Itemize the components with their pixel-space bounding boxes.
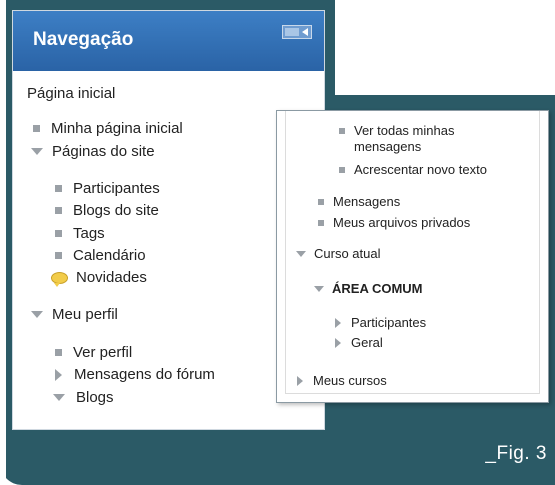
nav-item-calendar[interactable]: Calendário <box>55 247 146 264</box>
expanded-arrow-icon[interactable] <box>296 250 306 257</box>
navigation-tree-continuation: Ver todas minhas mensagens Acrescentar n… <box>276 110 549 403</box>
nav-item-my-courses[interactable]: Meus cursos <box>296 373 387 388</box>
nav-item-calendar-label: Calendário <box>73 247 146 264</box>
nav-item-home[interactable]: Página inicial <box>27 85 115 102</box>
nav-item-view-profile[interactable]: Ver perfil <box>55 344 132 361</box>
collapsed-arrow-icon[interactable] <box>297 375 303 386</box>
collapsed-arrow-icon[interactable] <box>335 337 341 348</box>
nav-item-course-participants-label: Participantes <box>351 315 427 330</box>
bullet-icon <box>55 252 62 259</box>
navigation-title: Navegação <box>33 29 134 50</box>
nav-item-forum-posts-label: Mensagens do fórum <box>74 366 215 383</box>
nav-item-messages-label: Mensagens <box>333 194 401 209</box>
collapsed-arrow-icon[interactable] <box>335 317 341 328</box>
expanded-arrow-icon[interactable] <box>314 285 324 292</box>
navigation-tree-continuation-inner: Ver todas minhas mensagens Acrescentar n… <box>285 111 540 394</box>
bullet-icon <box>318 219 324 226</box>
nav-item-site-pages-label: Páginas do site <box>52 143 155 160</box>
nav-item-my-home-label: Minha página inicial <box>51 120 183 137</box>
collapsed-arrow-icon[interactable] <box>55 368 62 381</box>
nav-item-general[interactable]: Geral <box>334 335 383 350</box>
nav-item-course-participants[interactable]: Participantes <box>334 315 426 330</box>
expanded-arrow-icon[interactable] <box>31 148 43 155</box>
nav-item-private-files[interactable]: Meus arquivos privados <box>318 215 470 230</box>
nav-item-tags[interactable]: Tags <box>55 225 105 242</box>
nav-item-blogs[interactable]: Blogs <box>53 389 114 406</box>
nav-item-news[interactable]: Novidades <box>51 269 147 287</box>
nav-item-view-all-posts-label-line2: mensagens <box>354 139 422 154</box>
forum-speech-bubble-icon <box>51 271 68 287</box>
nav-item-current-course[interactable]: Curso atual <box>296 246 380 261</box>
nav-item-my-home[interactable]: Minha página inicial <box>33 120 183 137</box>
nav-item-site-blogs[interactable]: Blogs do site <box>55 202 159 219</box>
nav-item-participants-label: Participantes <box>73 180 160 197</box>
nav-item-forum-posts[interactable]: Mensagens do fórum <box>53 366 215 383</box>
nav-item-my-courses-label: Meus cursos <box>313 373 387 388</box>
expanded-arrow-icon[interactable] <box>31 311 43 318</box>
figure-background-cutout <box>335 0 555 95</box>
nav-item-messages[interactable]: Mensagens <box>318 194 400 209</box>
nav-item-site-pages[interactable]: Páginas do site <box>31 143 155 160</box>
figure-background-left-margin <box>0 0 6 485</box>
nav-item-tags-label: Tags <box>73 225 105 242</box>
bullet-icon <box>318 198 324 205</box>
nav-item-participants[interactable]: Participantes <box>55 180 160 197</box>
navigation-header: Navegação <box>13 11 324 71</box>
figure-caption: _Fig. 3 <box>485 443 547 464</box>
nav-item-area-comum-label: ÁREA COMUM <box>332 281 423 296</box>
figure-frame: Navegação Página inicial Minha página in… <box>0 0 555 485</box>
nav-item-view-all-posts-label: Ver todas minhas <box>354 123 455 138</box>
bullet-icon <box>55 230 62 237</box>
dock-icon[interactable] <box>282 25 312 39</box>
nav-item-area-comum[interactable]: ÁREA COMUM <box>314 281 423 296</box>
nav-item-news-label: Novidades <box>76 269 147 286</box>
nav-item-view-all-posts[interactable]: Ver todas minhas <box>339 123 454 138</box>
nav-item-home-label: Página inicial <box>27 85 116 102</box>
nav-item-current-course-label: Curso atual <box>314 246 381 261</box>
nav-item-view-all-posts-line2[interactable]: mensagens <box>354 139 421 154</box>
nav-item-general-label: Geral <box>351 335 383 350</box>
nav-item-private-files-label: Meus arquivos privados <box>333 215 471 230</box>
bullet-icon <box>339 127 345 134</box>
nav-item-add-text-label: Acrescentar novo texto <box>354 162 487 177</box>
nav-item-my-profile-label: Meu perfil <box>52 306 118 323</box>
nav-item-blogs-label: Blogs <box>76 389 114 406</box>
nav-item-view-profile-label: Ver perfil <box>73 344 133 361</box>
bullet-icon <box>339 166 345 173</box>
nav-item-my-profile[interactable]: Meu perfil <box>31 306 118 323</box>
bullet-icon <box>33 125 40 132</box>
nav-item-add-text[interactable]: Acrescentar novo texto <box>339 162 487 177</box>
nav-item-site-blogs-label: Blogs do site <box>73 202 159 219</box>
bullet-icon <box>55 185 62 192</box>
bullet-icon <box>55 207 62 214</box>
bullet-icon <box>55 349 62 356</box>
expanded-arrow-icon[interactable] <box>53 394 65 401</box>
